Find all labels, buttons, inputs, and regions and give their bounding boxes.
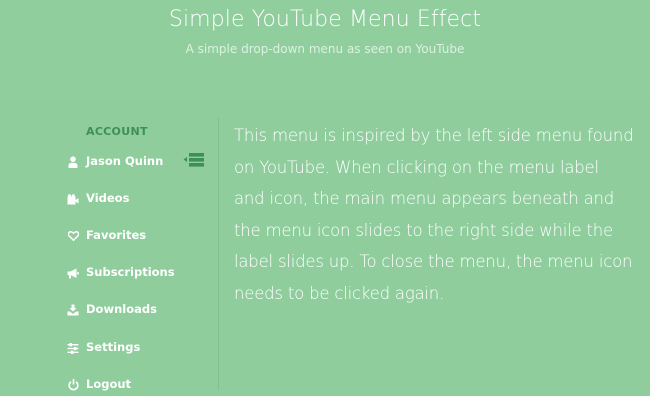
- user-icon: [66, 155, 80, 169]
- video-icon: [66, 192, 80, 206]
- account-section-label: ACCOUNT: [86, 125, 148, 138]
- main-description: This menu is inspired by the left side m…: [234, 126, 634, 303]
- sliders-icon: [66, 341, 80, 355]
- download-icon: [66, 303, 80, 317]
- sidebar-item-label: Subscriptions: [86, 265, 175, 279]
- menu-toggle-icon: [183, 153, 204, 167]
- page-subtitle: A simple drop-down menu as seen on YouTu…: [185, 42, 465, 56]
- sidebar-item-label: Jason Quinn: [86, 154, 164, 168]
- sidebar-item-label: Settings: [86, 340, 141, 354]
- sidebar-divider: [218, 118, 219, 390]
- sidebar-item-settings[interactable]: Settings: [66, 339, 216, 359]
- page-title: Simple YouTube Menu Effect: [168, 7, 482, 32]
- sidebar-item-logout[interactable]: Logout: [66, 376, 216, 396]
- menu-toggle-button[interactable]: [183, 152, 207, 170]
- sidebar-item-videos[interactable]: Videos: [66, 190, 216, 210]
- megaphone-icon: [66, 266, 80, 280]
- sidebar-item-favorites[interactable]: Favorites: [66, 227, 216, 247]
- sidebar-item-label: Videos: [86, 191, 130, 205]
- page-header: Simple YouTube Menu Effect A simple drop…: [0, 0, 650, 100]
- sidebar-item-label: Favorites: [86, 228, 147, 242]
- sidebar-item-label: Logout: [86, 377, 132, 391]
- sidebar-item-downloads[interactable]: Downloads: [66, 301, 216, 321]
- sidebar-item-label: Downloads: [86, 302, 157, 316]
- heart-icon: [66, 229, 80, 243]
- sidebar-item-subscriptions[interactable]: Subscriptions: [66, 264, 216, 284]
